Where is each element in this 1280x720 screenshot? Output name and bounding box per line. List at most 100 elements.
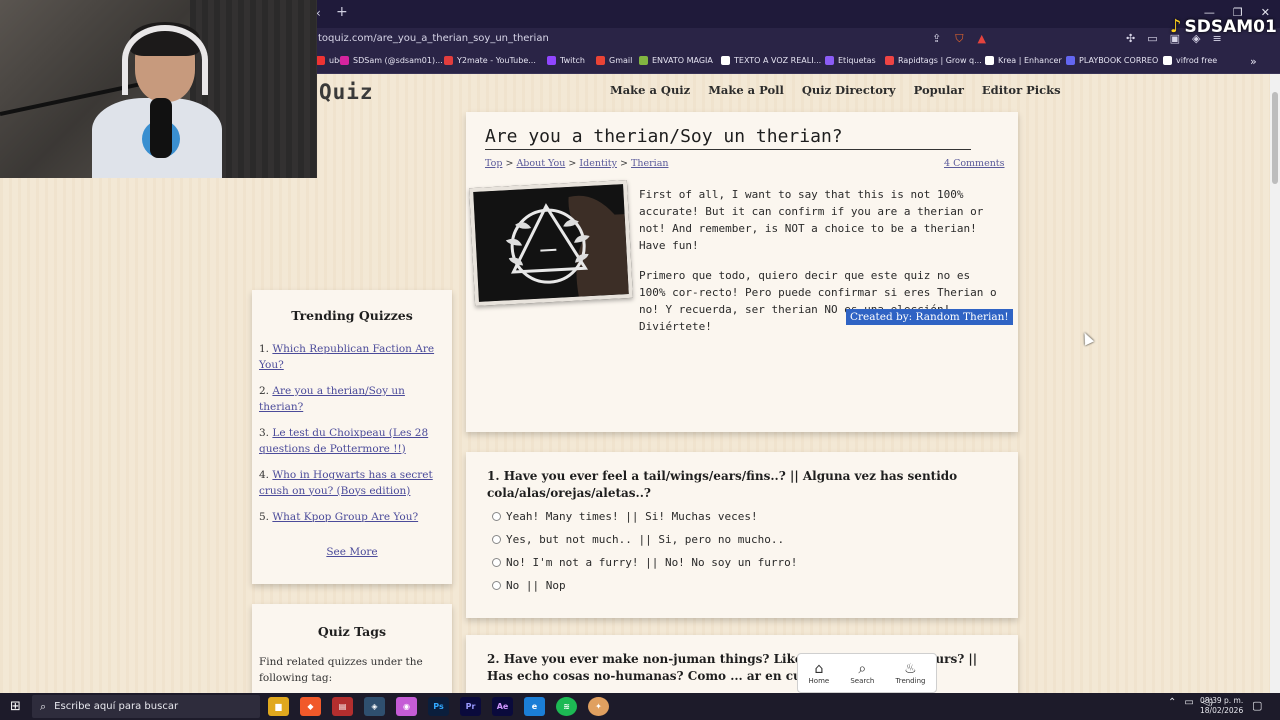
spotify-icon[interactable]: ≋: [556, 697, 577, 716]
answer-option[interactable]: Yeah! Many times! || Si! Muchas veces!: [492, 510, 758, 523]
bookmark-favicon-icon: [1066, 56, 1075, 65]
search-icon: ⌕: [858, 660, 867, 677]
question-title: 1. Have you ever feel a tail/wings/ears/…: [487, 469, 958, 500]
answer-option[interactable]: Yes, but not much.. || Si, pero no mucho…: [492, 533, 784, 546]
bookmark-item[interactable]: Y2mate - YouTube...: [444, 56, 536, 65]
premiere-icon[interactable]: Pr: [460, 697, 481, 716]
trending-list: 1. Which Republican Faction Are You? 2. …: [259, 342, 445, 537]
scrollbar-thumb[interactable]: [1272, 92, 1278, 184]
trending-item: 3. Le test du Choixpeau (Les 28 question…: [259, 427, 429, 455]
bookmark-favicon-icon: [444, 56, 453, 65]
nav-popular[interactable]: Popular: [914, 83, 964, 97]
bookmark-item[interactable]: Rapidtags | Grow q...: [885, 56, 982, 65]
radio-button[interactable]: [492, 581, 501, 590]
trending-link[interactable]: Who in Hogwarts has a secret crush on yo…: [259, 469, 433, 497]
brave-icon[interactable]: ◆: [300, 697, 321, 716]
description-english: First of all, I want to say that this is…: [639, 188, 984, 252]
quiz-tags-panel: Quiz Tags Find related quizzes under the…: [252, 604, 452, 693]
radio-button[interactable]: [492, 512, 501, 521]
comments-link[interactable]: 4 Comments: [944, 158, 1005, 169]
answer-option[interactable]: No || Nop: [492, 579, 566, 592]
taskbar-search-placeholder: Escribe aquí para buscar: [54, 701, 179, 712]
breadcrumb-top[interactable]: Top: [485, 158, 502, 169]
trending-quizzes-panel: Trending Quizzes 1. Which Republican Fac…: [252, 290, 452, 584]
bookmark-item[interactable]: SDSam (@sdsam01)...: [340, 56, 443, 65]
breadcrumb-identity[interactable]: Identity: [579, 158, 617, 169]
bookmark-favicon-icon: [639, 56, 648, 65]
page-scrollbar[interactable]: [1270, 74, 1280, 693]
extensions-icon[interactable]: ✣: [1126, 32, 1135, 45]
network-icon[interactable]: ▭: [1184, 697, 1193, 708]
tags-title: Quiz Tags: [317, 624, 387, 639]
bookmark-favicon-icon: [340, 56, 349, 65]
sidebar-icon[interactable]: ▭: [1147, 32, 1157, 45]
see-more-link[interactable]: See More: [252, 546, 452, 558]
trending-item: 4. Who in Hogwarts has a secret crush on…: [259, 469, 433, 497]
taskbar-apps: ▆ ◆ ▤ ◈ ◉ Ps Pr Ae e ≋ ✦: [268, 697, 609, 716]
bookmark-item[interactable]: vifrod free: [1163, 56, 1217, 65]
quiz-title: Are you a therian/Soy un therian?: [485, 126, 971, 150]
bottom-nav-home[interactable]: ⌂ Home: [809, 660, 830, 685]
trending-link[interactable]: What Kpop Group Are You?: [272, 511, 418, 523]
therian-symbol-icon: [473, 184, 629, 302]
nav-make-poll[interactable]: Make a Poll: [708, 83, 784, 97]
taskbar-search[interactable]: ⌕ Escribe aquí para buscar: [32, 695, 260, 718]
microphone: [150, 98, 172, 158]
breadcrumb-about-you[interactable]: About You: [516, 158, 565, 169]
trending-link[interactable]: Are you a therian/Soy un therian?: [259, 385, 405, 413]
trending-title: Trending Quizzes: [291, 308, 413, 323]
creator-label[interactable]: Created by: Random Therian!: [846, 309, 1013, 325]
nav-make-quiz[interactable]: Make a Quiz: [610, 83, 690, 97]
top-navigation: Make a Quiz Make a Poll Quiz Directory P…: [610, 83, 1061, 97]
site-logo[interactable]: Quiz: [319, 80, 374, 104]
bookmark-favicon-icon: [825, 56, 834, 65]
trending-link[interactable]: Which Republican Faction Are You?: [259, 343, 434, 371]
nav-editor-picks[interactable]: Editor Picks: [982, 83, 1061, 97]
chevron-up-icon[interactable]: ⌃: [1168, 697, 1176, 708]
url-field[interactable]: toquiz.com/are_you_a_therian_soy_un_ther…: [318, 33, 549, 44]
bookmark-item[interactable]: Gmail: [596, 56, 632, 65]
bottom-nav-trending[interactable]: ♨ Trending: [895, 661, 925, 685]
app-icon[interactable]: ◉: [396, 697, 417, 716]
rewards-icon[interactable]: ▲: [977, 32, 985, 46]
taskbar: ⊞ ⌕ Escribe aquí para buscar ▆ ◆ ▤ ◈ ◉ P…: [0, 693, 1280, 720]
bottom-nav-search[interactable]: ⌕ Search: [850, 660, 874, 685]
radio-button[interactable]: [492, 558, 501, 567]
trending-item: 5. What Kpop Group Are You?: [259, 511, 419, 523]
app-icon[interactable]: ✦: [588, 697, 609, 716]
app-icon[interactable]: ▤: [332, 697, 353, 716]
bookmark-item[interactable]: Twitch: [547, 56, 585, 65]
bookmark-favicon-icon: [596, 56, 605, 65]
notification-icon[interactable]: ▢: [1252, 699, 1262, 712]
streamer-watermark: ♪ SDSAM01: [1170, 16, 1277, 37]
nav-quiz-directory[interactable]: Quiz Directory: [802, 83, 896, 97]
breadcrumb-therian[interactable]: Therian: [631, 158, 668, 169]
photoshop-icon[interactable]: Ps: [428, 697, 449, 716]
windows-start-icon[interactable]: ⊞: [10, 699, 21, 714]
bookmarks-more-button[interactable]: »: [1250, 55, 1257, 68]
after-effects-icon[interactable]: Ae: [492, 697, 513, 716]
bookmark-item[interactable]: Etiquetas: [825, 56, 876, 65]
bookmark-item[interactable]: ENVATO MAGIA: [639, 56, 713, 65]
radio-button[interactable]: [492, 535, 501, 544]
search-icon: ⌕: [40, 699, 47, 713]
brave-shield-icon[interactable]: ⛉: [955, 32, 963, 46]
answer-option[interactable]: No! I'm not a furry! || No! No soy un fu…: [492, 556, 797, 569]
trending-link[interactable]: Le test du Choixpeau (Les 28 questions d…: [259, 427, 428, 455]
tags-text: Find related quizzes under the following…: [259, 656, 423, 684]
home-icon: ⌂: [814, 660, 824, 677]
bookmark-favicon-icon: [316, 56, 325, 65]
bookmark-item[interactable]: TEXTO A VOZ REALI...: [721, 56, 821, 65]
share-icon[interactable]: ⇪: [932, 32, 941, 46]
breadcrumb: Top > About You > Identity > Therian: [485, 158, 669, 169]
trending-item: 2. Are you a therian/Soy un therian?: [259, 385, 405, 413]
bookmark-item[interactable]: Krea | Enhancer: [985, 56, 1062, 65]
bookmark-favicon-icon: [1163, 56, 1172, 65]
file-explorer-icon[interactable]: ▆: [268, 697, 289, 716]
taskbar-clock[interactable]: 08:39 p. m. 18/02/2026: [1200, 696, 1243, 716]
edge-icon[interactable]: e: [524, 697, 545, 716]
app-icon[interactable]: ◈: [364, 697, 385, 716]
new-tab-button[interactable]: +: [336, 4, 348, 20]
webcam-overlay: [0, 0, 317, 178]
bookmark-item[interactable]: PLAYBOOK CORREO: [1066, 56, 1158, 65]
